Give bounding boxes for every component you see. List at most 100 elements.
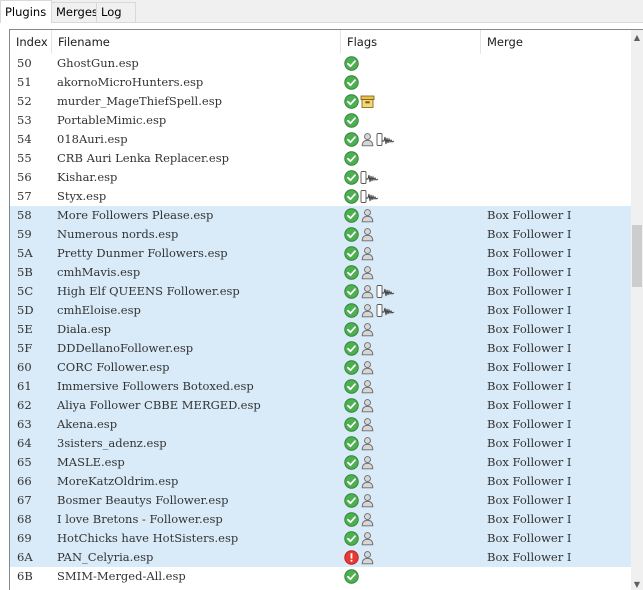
plugin-filename: DDDellanoFollower.esp bbox=[57, 341, 194, 355]
plugin-flags bbox=[344, 529, 375, 548]
plugin-row[interactable]: 56 Kishar.esp bbox=[10, 168, 632, 187]
plugin-flags bbox=[344, 510, 375, 529]
plugin-filename: High Elf QUEENS Follower.esp bbox=[57, 284, 240, 298]
plugin-row[interactable]: 58 More Followers Please.esp Box Follower … bbox=[10, 206, 632, 225]
plugin-row[interactable]: 59 Numerous nords.esp Box Follower I bbox=[10, 225, 632, 244]
plugin-row[interactable]: 5E Diala.esp Box Follower I bbox=[10, 320, 632, 339]
user-icon bbox=[360, 227, 375, 242]
plugin-flags bbox=[344, 111, 359, 130]
plugin-merge: Box Follower I bbox=[487, 417, 572, 431]
plugin-flags bbox=[344, 225, 375, 244]
plugin-filename: HotChicks have HotSisters.esp bbox=[57, 531, 239, 545]
check-icon bbox=[344, 265, 359, 280]
plugin-flags bbox=[344, 339, 375, 358]
plugin-filename: cmhEloise.esp bbox=[57, 303, 141, 317]
plugin-row[interactable]: 6B SMIM-Merged-All.esp bbox=[10, 567, 632, 586]
plugin-index: 60 bbox=[17, 360, 32, 374]
check-icon bbox=[344, 322, 359, 337]
check-icon bbox=[344, 189, 359, 204]
column-header-index[interactable]: Index bbox=[10, 30, 52, 54]
plugin-index: 54 bbox=[17, 132, 32, 146]
user-icon bbox=[360, 341, 375, 356]
plugin-filename: PortableMimic.esp bbox=[57, 113, 167, 127]
scroll-down-icon[interactable]: ▼ bbox=[633, 581, 641, 589]
plugin-row[interactable]: 60 CORC Follower.esp Box Follower I bbox=[10, 358, 632, 377]
user-icon bbox=[360, 493, 375, 508]
plugin-flags bbox=[344, 358, 375, 377]
check-icon bbox=[344, 436, 359, 451]
list-header: Index Filename Flags Merge bbox=[10, 30, 632, 54]
user-icon bbox=[360, 379, 375, 394]
plugin-index: 65 bbox=[17, 455, 32, 469]
plugin-index: 58 bbox=[17, 208, 32, 222]
check-icon bbox=[344, 398, 359, 413]
plugin-merge: Box Follower I bbox=[487, 284, 572, 298]
tab-merges[interactable]: Merges bbox=[51, 2, 98, 22]
plugin-index: 53 bbox=[17, 113, 32, 127]
plugin-row[interactable]: 66 MoreKatzOldrim.esp Box Follower I bbox=[10, 472, 632, 491]
check-icon bbox=[344, 246, 359, 261]
plugin-flags bbox=[344, 434, 375, 453]
plugin-merge: Box Follower I bbox=[487, 246, 572, 260]
plugin-filename: Styx.esp bbox=[57, 189, 107, 203]
plugin-filename: MASLE.esp bbox=[57, 455, 125, 469]
plugin-flags bbox=[344, 491, 375, 510]
plugin-row[interactable]: 64 3sisters_adenz.esp Box Follower I bbox=[10, 434, 632, 453]
plugin-flags bbox=[344, 415, 375, 434]
user-icon bbox=[360, 398, 375, 413]
user-icon bbox=[360, 284, 375, 299]
plugin-filename: Kishar.esp bbox=[57, 170, 118, 184]
plugin-row[interactable]: 52 murder_MageThiefSpell.esp bbox=[10, 92, 632, 111]
plugin-row[interactable]: 6A PAN_Celyria.esp Box Follower I bbox=[10, 548, 632, 567]
plugin-row[interactable]: 5B cmhMavis.esp Box Follower I bbox=[10, 263, 632, 282]
plugin-row[interactable]: 65 MASLE.esp Box Follower I bbox=[10, 453, 632, 472]
plugin-row[interactable]: 67 Bosmer Beautys Follower.esp Box Followe… bbox=[10, 491, 632, 510]
check-icon bbox=[344, 56, 359, 71]
scroll-up-icon[interactable]: ▲ bbox=[633, 34, 641, 42]
plugin-flags bbox=[344, 130, 395, 149]
plugin-row[interactable]: 5D cmhEloise.esp Box Follower I bbox=[10, 301, 632, 320]
tab-log[interactable]: Log bbox=[96, 2, 136, 22]
plugin-row[interactable]: 57 Styx.esp bbox=[10, 187, 632, 206]
plugin-row[interactable]: 51 akornoMicroHunters.esp bbox=[10, 73, 632, 92]
scrollbar-thumb[interactable] bbox=[632, 225, 642, 287]
check-icon bbox=[344, 493, 359, 508]
column-header-merge[interactable]: Merge bbox=[481, 30, 632, 54]
check-icon bbox=[344, 132, 359, 147]
tab-plugins[interactable]: Plugins bbox=[0, 0, 52, 23]
plugin-row[interactable]: 54 018Auri.esp bbox=[10, 130, 632, 149]
audio-icon bbox=[360, 189, 379, 204]
plugin-merge: Box Follower I bbox=[487, 208, 572, 222]
check-icon bbox=[344, 303, 359, 318]
check-icon bbox=[344, 94, 359, 109]
plugin-index: 67 bbox=[17, 493, 32, 507]
plugin-merge: Box Follower I bbox=[487, 303, 572, 317]
plugin-flags bbox=[344, 187, 379, 206]
plugin-row[interactable]: 69 HotChicks have HotSisters.esp Box Follo… bbox=[10, 529, 632, 548]
tab-bar: Plugins Merges Log bbox=[0, 0, 643, 23]
plugin-row[interactable]: 50 GhostGun.esp bbox=[10, 54, 632, 73]
check-icon bbox=[344, 531, 359, 546]
plugin-row[interactable]: 62 Aliya Follower CBBE MERGED.esp Box Foll… bbox=[10, 396, 632, 415]
plugin-filename: CORC Follower.esp bbox=[57, 360, 170, 374]
plugin-row[interactable]: 61 Immersive Followers Botoxed.esp Box Fol… bbox=[10, 377, 632, 396]
plugin-row[interactable]: 63 Akena.esp Box Follower I bbox=[10, 415, 632, 434]
column-header-filename[interactable]: Filename bbox=[52, 30, 341, 54]
plugin-row[interactable]: 53 PortableMimic.esp bbox=[10, 111, 632, 130]
user-icon bbox=[360, 531, 375, 546]
check-icon bbox=[344, 455, 359, 470]
plugin-row[interactable]: 5A Pretty Dunmer Followers.esp Box Followe… bbox=[10, 244, 632, 263]
plugin-filename: SMIM-Merged-All.esp bbox=[57, 569, 186, 583]
plugin-index: 69 bbox=[17, 531, 32, 545]
plugin-merge: Box Follower I bbox=[487, 550, 572, 564]
plugin-row[interactable]: 68 I love Bretons - Follower.esp Box Follo… bbox=[10, 510, 632, 529]
plugin-filename: Aliya Follower CBBE MERGED.esp bbox=[57, 398, 261, 412]
plugin-flags bbox=[344, 54, 359, 73]
column-header-flags[interactable]: Flags bbox=[341, 30, 481, 54]
error-icon bbox=[344, 550, 359, 565]
plugin-row[interactable]: 5C High Elf QUEENS Follower.esp Box Follow… bbox=[10, 282, 632, 301]
plugin-row[interactable]: 55 CRB Auri Lenka Replacer.esp bbox=[10, 149, 632, 168]
plugin-row[interactable]: 5F DDDellanoFollower.esp Box Follower I bbox=[10, 339, 632, 358]
vertical-scrollbar[interactable]: ▲ ▼ bbox=[631, 30, 643, 590]
plugin-flags bbox=[344, 206, 375, 225]
